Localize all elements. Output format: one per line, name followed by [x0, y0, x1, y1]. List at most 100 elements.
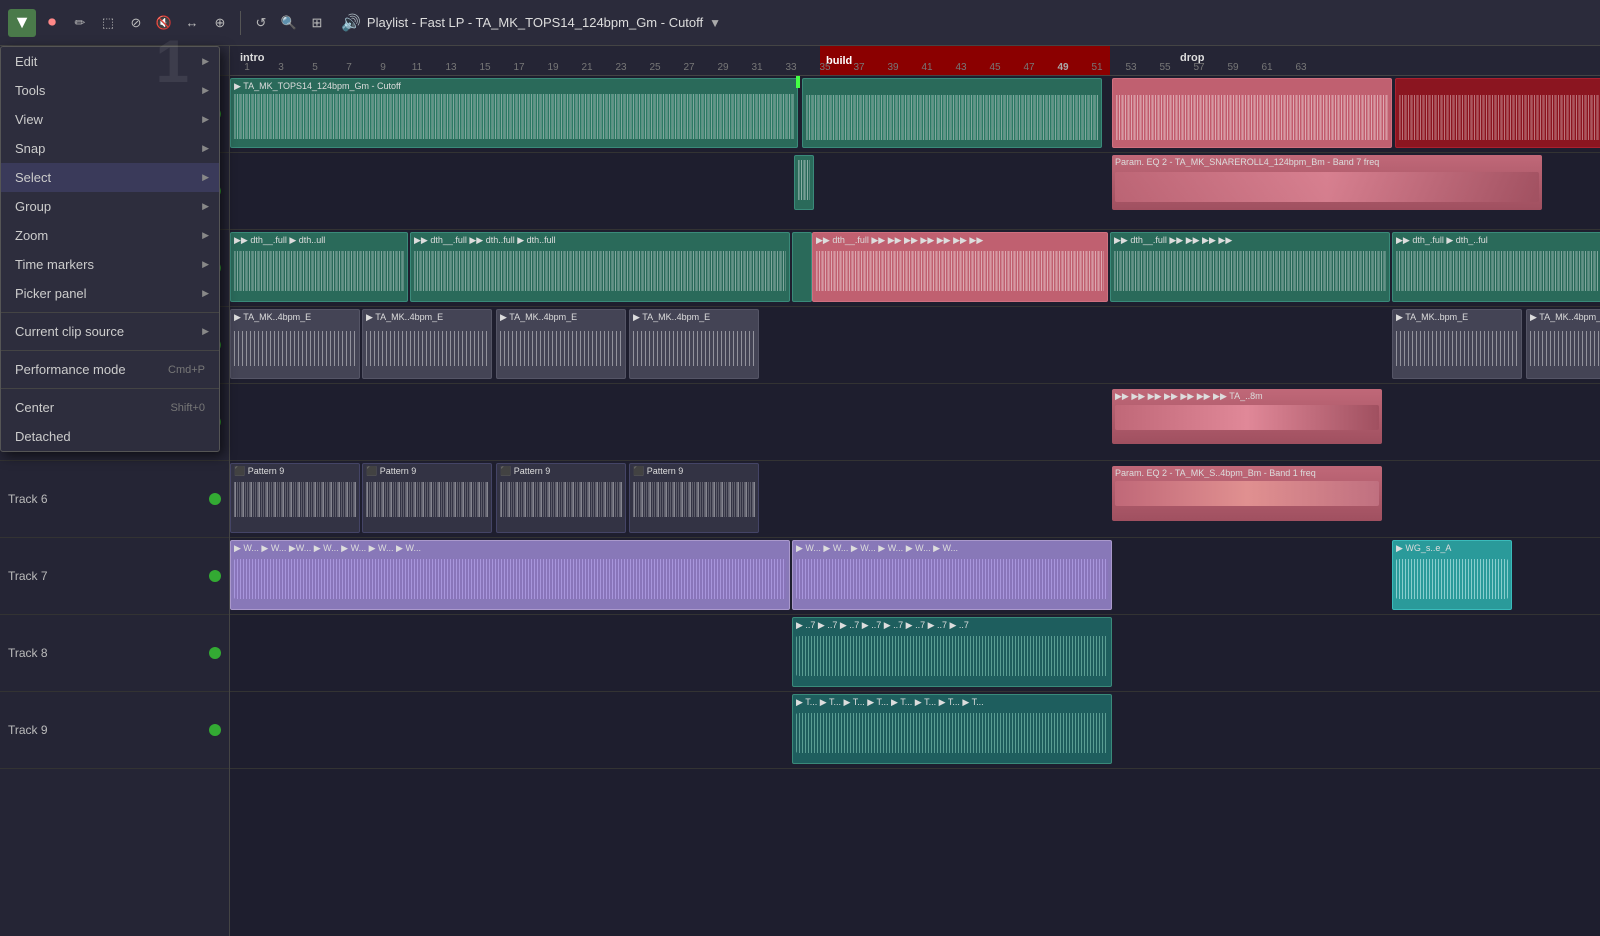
clip-row6-pat3-waveform [500, 482, 622, 517]
main-area: ◀◀ 〰 ⊞ ◁ STEP • SLIDE • ck 1 ck 2 ck 3 c… [0, 46, 1600, 936]
menu-item-performance-mode[interactable]: Performance mode Cmd+P [1, 355, 219, 384]
menu-zoom-label: Zoom [15, 228, 48, 243]
ruler-29: 29 [706, 62, 740, 73]
clip-row3-1-waveform [234, 251, 404, 291]
menu-item-zoom[interactable]: Zoom [1, 221, 219, 250]
pencil-tool[interactable]: ✏ [68, 11, 92, 35]
ruler-37: 37 [842, 62, 876, 73]
clip-row4-4[interactable]: ▶ TA_MK..4bpm_E [629, 309, 759, 379]
title-dropdown-arrow[interactable]: ▼ [709, 16, 721, 30]
menu-performance-mode-label: Performance mode [15, 362, 126, 377]
slip-tool[interactable]: ↔ [180, 11, 204, 35]
select-tool[interactable]: ⬚ [96, 11, 120, 35]
clip-row2-auto-curve [1115, 172, 1539, 202]
zoom-btn[interactable]: 🔍 [277, 11, 301, 35]
clip-row4-3[interactable]: ▶ TA_MK..4bpm_E [496, 309, 626, 379]
record-btn[interactable]: ⏺ [40, 11, 64, 35]
clip-row9-1-wave [796, 713, 1108, 753]
menu-separator-2 [1, 350, 219, 351]
clip-row7-cyan[interactable]: ▶ WG_s..e_A [1392, 540, 1512, 610]
clip-row6-pat4-label: ⬛ Pattern 9 [633, 466, 755, 477]
ruler-17: 17 [502, 62, 536, 73]
track-6-dot [209, 493, 221, 505]
ruler-23: 23 [604, 62, 638, 73]
clip-row4-6[interactable]: ▶ TA_MK..4bpm_E [1526, 309, 1600, 379]
content-row-1: ▶ TA_MK_TOPS14_124bpm_Gm - Cutoff [230, 76, 1600, 153]
clip-row3-drop-1[interactable]: ▶▶ dth__.full ▶▶ ▶▶ ▶▶ ▶▶ [1110, 232, 1390, 302]
menu-time-markers-label: Time markers [15, 257, 94, 272]
clip-row4-2-wave [366, 331, 488, 366]
clip-row5-auto-bar [1115, 405, 1379, 430]
clip-row3-1[interactable]: ▶▶ dth__.full ▶ dth..ull [230, 232, 408, 302]
clip-row7-2-wave [796, 559, 1108, 599]
clip-row3-2[interactable]: ▶▶ dth__.full ▶▶ dth..full ▶ dth..full [410, 232, 790, 302]
ruler-61: 61 [1250, 62, 1284, 73]
menu-item-time-markers[interactable]: Time markers [1, 250, 219, 279]
menu-group-label: Group [15, 199, 51, 214]
clip-row3-3[interactable] [792, 232, 812, 302]
menu-item-group[interactable]: Group [1, 192, 219, 221]
clip-row7-2-label: ▶ W... ▶ W... ▶ W... ▶ W... ▶ W... ▶ W..… [796, 543, 1108, 554]
menu-item-current-clip-source[interactable]: Current clip source [1, 317, 219, 346]
clip-row3-build-waveform [816, 251, 1104, 291]
snap-btn[interactable]: ⊞ [305, 11, 329, 35]
clip-row7-cyan-label: ▶ WG_s..e_A [1396, 543, 1508, 554]
ruler-51: 51 [1080, 62, 1114, 73]
clip-row6-pat2[interactable]: ⬛ Pattern 9 [362, 463, 492, 533]
clip-row1-main[interactable]: ▶ TA_MK_TOPS14_124bpm_Gm - Cutoff [230, 78, 798, 148]
clip-row3-drop-2[interactable]: ▶▶ dth_.full ▶ dth_..ful [1392, 232, 1600, 302]
clip-row6-pat1[interactable]: ⬛ Pattern 9 [230, 463, 360, 533]
clip-row3-build-label: ▶▶ dth__.full ▶▶ ▶▶ ▶▶ ▶▶ ▶▶ ▶▶ ▶▶ [816, 235, 1104, 246]
menu-center-shortcut: Shift+0 [170, 402, 205, 414]
clip-row2-auto[interactable]: Param. EQ 2 - TA_MK_SNAREROLL4_124bpm_Bm… [1112, 155, 1542, 210]
clip-row7-1[interactable]: ▶ W... ▶ W... ▶W... ▶ W... ▶ W... ▶ W...… [230, 540, 790, 610]
ruler-11: 11 [400, 62, 434, 73]
clip-row1-pink[interactable] [1112, 78, 1392, 148]
menu-item-edit[interactable]: Edit 1 [1, 47, 219, 76]
clip-row9-1[interactable]: ▶ T... ▶ T... ▶ T... ▶ T... ▶ T... ▶ T..… [792, 694, 1112, 764]
clip-row2-small[interactable] [794, 155, 814, 210]
clip-row6-auto[interactable]: Param. EQ 2 - TA_MK_S..4bpm_Bm - Band 1 … [1112, 466, 1382, 521]
content-row-4: ▶ TA_MK..4bpm_E ▶ TA_MK..4bpm_E ▶ TA_MK.… [230, 307, 1600, 384]
clip-row4-5[interactable]: ▶ TA_MK..bpm_E [1392, 309, 1522, 379]
slice-tool[interactable]: ⊕ [208, 11, 232, 35]
clip-row8-1[interactable]: ▶ ..7 ▶ ..7 ▶ ..7 ▶ ..7 ▶ ..7 ▶ ..7 ▶ ..… [792, 617, 1112, 687]
menu-snap-label: Snap [15, 141, 45, 156]
menu-item-center[interactable]: Center Shift+0 [1, 393, 219, 422]
clip-row4-4-label: ▶ TA_MK..4bpm_E [633, 312, 755, 323]
clip-row7-2[interactable]: ▶ W... ▶ W... ▶ W... ▶ W... ▶ W... ▶ W..… [792, 540, 1112, 610]
clip-row9-1-label: ▶ T... ▶ T... ▶ T... ▶ T... ▶ T... ▶ T..… [796, 697, 1108, 708]
mute-tool[interactable]: 🔇 [152, 11, 176, 35]
track-content: ▶ TA_MK_TOPS14_124bpm_Gm - Cutoff [230, 76, 1600, 769]
clip-row1-drop[interactable] [1395, 78, 1600, 148]
menu-dropdown-btn[interactable]: ▼ [8, 9, 36, 37]
clip-row4-6-wave [1530, 331, 1600, 366]
track-row-6: Track 6 [0, 461, 229, 538]
clip-row6-pat4[interactable]: ⬛ Pattern 9 [629, 463, 759, 533]
clip-row4-1[interactable]: ▶ TA_MK..4bpm_E [230, 309, 360, 379]
menu-picker-panel-label: Picker panel [15, 286, 87, 301]
clip-row6-pat3[interactable]: ⬛ Pattern 9 [496, 463, 626, 533]
clip-row1-second[interactable] [802, 78, 1102, 148]
menu-performance-shortcut: Cmd+P [168, 364, 205, 376]
clip-row3-2-waveform [414, 251, 786, 291]
timeline[interactable]: intro build drop 1 3 5 7 9 11 13 15 [230, 46, 1600, 936]
menu-item-select[interactable]: Select [1, 163, 219, 192]
menu-item-snap[interactable]: Snap [1, 134, 219, 163]
erase-tool[interactable]: ⊘ [124, 11, 148, 35]
ruler-33: 33 [774, 62, 808, 73]
clip-row5-auto[interactable]: ▶▶ ▶▶ ▶▶ ▶▶ ▶▶ ▶▶ ▶▶ TA_..8m [1112, 389, 1382, 444]
ruler-19: 19 [536, 62, 570, 73]
menu-item-view[interactable]: View [1, 105, 219, 134]
clip-row3-drop-1-label: ▶▶ dth__.full ▶▶ ▶▶ ▶▶ ▶▶ [1114, 235, 1386, 246]
track-row-9: Track 9 [0, 692, 229, 769]
menu-item-tools[interactable]: Tools [1, 76, 219, 105]
menu-item-picker-panel[interactable]: Picker panel [1, 279, 219, 308]
clip-row4-2[interactable]: ▶ TA_MK..4bpm_E [362, 309, 492, 379]
clip-row4-4-wave [633, 331, 755, 366]
loop-btn[interactable]: ↺ [249, 11, 273, 35]
menu-item-detached[interactable]: Detached [1, 422, 219, 451]
clip-row3-build[interactable]: ▶▶ dth__.full ▶▶ ▶▶ ▶▶ ▶▶ ▶▶ ▶▶ ▶▶ [812, 232, 1108, 302]
track-6-label: Track 6 [8, 492, 209, 506]
clip-row4-5-wave [1396, 331, 1518, 366]
